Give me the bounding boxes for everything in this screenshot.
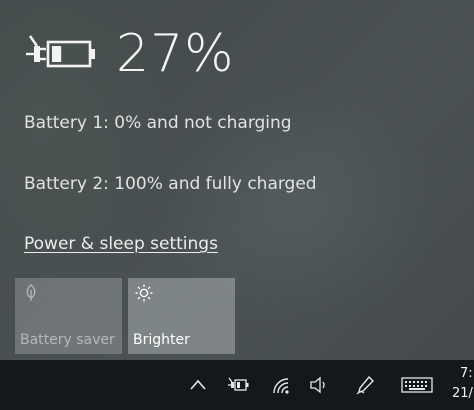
pen-icon[interactable] xyxy=(355,375,377,395)
clock-time: 7: xyxy=(460,366,473,381)
brighter-label: Brighter xyxy=(133,332,190,348)
brighter-tile[interactable]: Brighter xyxy=(128,278,235,354)
battery-percentage: 27% xyxy=(116,24,235,84)
taskbar-clock[interactable]: 7: 21/ xyxy=(448,364,473,404)
desktop: 27% Battery 1: 0% and not charging Batte… xyxy=(0,0,474,410)
wifi-icon[interactable] xyxy=(270,375,292,395)
battery-saver-label: Battery saver xyxy=(20,332,115,348)
leaf-icon xyxy=(26,284,36,301)
battery-1-status: Battery 1: 0% and not charging xyxy=(24,113,292,133)
keyboard-icon[interactable] xyxy=(401,375,433,395)
battery-flyout: 27% Battery 1: 0% and not charging Batte… xyxy=(0,0,474,360)
quick-actions: Battery saver Brighter xyxy=(15,278,235,354)
speaker-icon[interactable] xyxy=(308,375,330,395)
battery-saver-tile[interactable]: Battery saver xyxy=(15,278,122,354)
battery-plug-icon[interactable] xyxy=(227,375,249,395)
battery-plug-icon xyxy=(26,35,95,68)
clock-date: 21/ xyxy=(452,386,473,401)
sun-icon xyxy=(135,284,153,302)
battery-header: 27% xyxy=(24,22,235,86)
taskbar: 7: 21/ xyxy=(0,360,474,410)
battery-2-status: Battery 2: 100% and fully charged xyxy=(24,174,317,194)
chevron-up-icon[interactable] xyxy=(187,375,209,395)
power-sleep-settings-link[interactable]: Power & sleep settings xyxy=(24,234,218,254)
